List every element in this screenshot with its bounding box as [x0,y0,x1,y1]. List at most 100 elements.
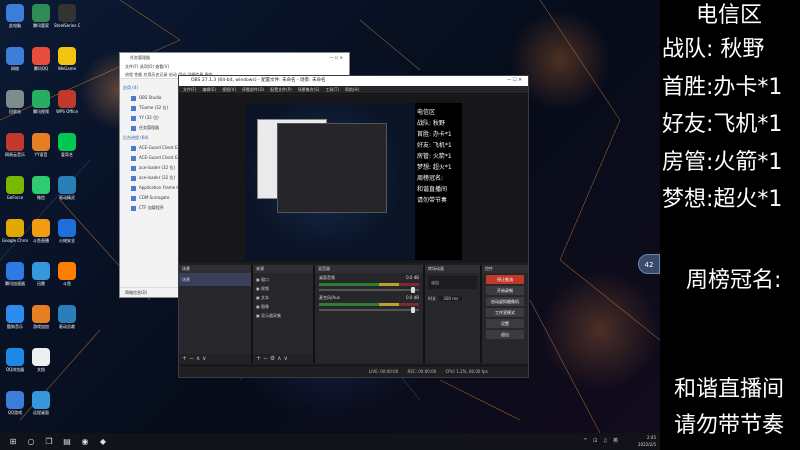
obs-titlebar[interactable]: OBS 27.1.3 (64-bit, windows) - 配置文件: 未命名… [179,76,528,86]
shortcut-label: 此电脑 [9,23,21,28]
desktop-shortcut[interactable]: 驱动总裁 [54,305,80,329]
desktop-shortcut[interactable]: Google Chrome [2,219,28,243]
obs-preview-canvas[interactable]: 电信区 战队: 秋野 首胜: 办卡*1 好友: 飞机*1 房管: 火箭*1 梦想: 超火*… [245,103,462,260]
sources-toolbar[interactable]: + − ⚙ ∧ ∨ [253,354,313,363]
desktop-shortcut[interactable]: QQ浏览器 [2,348,28,372]
obs-menu-item[interactable]: 文件(F) [183,87,196,92]
desktop-shortcut[interactable]: 远程桌面 [28,391,54,415]
window-controls[interactable]: — ☐ ✕ [330,53,343,63]
source-item[interactable]: ▣ 文本 [256,293,310,302]
obs-window[interactable]: OBS 27.1.3 (64-bit, windows) - 配置文件: 未命名… [178,75,529,378]
sources-dock[interactable]: 来源 ▣ 窗口 ▣ 视频 ▣ 文本 ▣ 图像 ▣ 显示器采集 + − ⚙ ∧ ∨ [253,265,313,363]
desktop-shortcut[interactable]: WPS Office [54,90,80,114]
obs-menu-item[interactable]: 场景集合(S) [298,87,320,92]
obs-menu-item[interactable]: 配置文件(P) [270,87,292,92]
source-item[interactable]: ▣ 视频 [256,284,310,293]
file-explorer-icon[interactable]: ▤ [60,435,74,449]
scenes-toolbar[interactable]: + − ∧ ∨ [179,354,251,363]
task-manager-titlebar[interactable]: 任务管理器 — ☐ ✕ [120,53,349,63]
task-view-icon[interactable]: ❐ [42,435,56,449]
controls-dock[interactable]: 控件 停止推流 开始录制 启动虚拟摄像机 工作室模式 设置 退出 [482,265,528,363]
desktop-shortcut[interactable]: 酷狗音乐 [2,305,28,329]
mixer-dock[interactable]: 混音器 桌面音频 0.0 dB 麦克风/Aux 0.0 dB [315,265,423,363]
control-button[interactable]: 开始录制 [486,286,524,295]
desktop-shortcut[interactable]: 文档 [28,348,54,372]
shortcut-label: 驱动精灵 [59,195,75,200]
desktop-shortcut[interactable]: 腾讯QQ [28,47,54,71]
yy-icon [32,133,50,151]
volume-slider[interactable] [319,307,419,313]
desktop-shortcut[interactable]: WeGame [54,47,80,71]
task-manager-menu[interactable]: 文件(F) 选项(O) 查看(V) [120,63,349,71]
obs-menubar[interactable]: 文件(F) 编辑(E) 视图(V) 停靠部件(D) 配置文件(P) 场景集合(S) 工具(T… [179,86,528,94]
desktop-shortcut[interactable]: 此电脑 [2,4,28,28]
desktop-shortcut[interactable]: 网易云音乐 [2,133,28,157]
control-button[interactable]: 启动虚拟摄像机 [486,297,524,306]
source-item[interactable]: ▣ 显示器采集 [256,311,310,320]
obs-menu-item[interactable]: 视图(V) [222,87,236,92]
obs-menu-item[interactable]: 帮助(H) [345,87,359,92]
desktop-shortcut[interactable]: 腾讯管家 [28,4,54,28]
volume-slider[interactable] [319,287,419,293]
scenes-header: 场景 [179,265,251,273]
obs-menu-item[interactable]: 工具(T) [325,87,339,92]
transitions-dock[interactable]: 转场动画 淡出 时长 300 ms [425,265,480,363]
wechat-icon [32,176,50,194]
desktop-shortcut[interactable]: 驱动精灵 [54,176,80,200]
control-button[interactable]: 退出 [486,330,524,339]
game-icon[interactable]: ◆ [96,435,110,449]
obs-icon[interactable]: ◉ [78,435,92,449]
start-icon[interactable]: ⊞ [6,435,20,449]
mixer-channels[interactable]: 桌面音频 0.0 dB 麦克风/Aux 0.0 dB [315,273,423,313]
mixer-channel[interactable]: 麦克风/Aux 0.0 dB [315,293,423,313]
desktop-shortcut[interactable]: YY语音 [28,133,54,157]
scenes-dock[interactable]: 场景 场景 + − ∧ ∨ [179,265,251,363]
shortcut-label: QQ游戏 [7,410,23,415]
desktop-shortcut[interactable]: 腾讯加速器 [2,262,28,286]
desktop-shortcut[interactable]: 斗鱼直播 [28,219,54,243]
control-button[interactable]: 工作室模式 [486,308,524,317]
control-button[interactable]: 设置 [486,319,524,328]
obs-menu-item[interactable]: 停靠部件(D) [242,87,264,92]
desktop-shortcut[interactable]: SteelSeries GG [54,4,80,28]
desktop-shortcut[interactable]: 网络 [2,47,28,71]
search-icon[interactable]: ○ [24,435,38,449]
source-item[interactable]: ▣ 窗口 [256,275,310,284]
task-manager-title: 任务管理器 [130,55,150,60]
transition-duration[interactable]: 时长 300 ms [425,292,480,305]
taskbar-apps[interactable]: ⊞ ○ ❐ ▤ ◉ ◆ [4,435,112,449]
source-item[interactable]: ▣ 图像 [256,302,310,311]
system-tray[interactable]: ^ ⊡ ♫ 英 [583,437,620,444]
video-icon [32,90,50,108]
desktop-shortcut[interactable]: 爱奇艺 [54,133,80,157]
obs-menu-item[interactable]: 编辑(E) [202,87,216,92]
shortcut-label: 腾讯QQ [33,66,49,71]
first-win-label: 首胜:办卡*1 [662,75,783,100]
desktop-shortcut[interactable]: 迅雷 [28,262,54,286]
sources-list[interactable]: ▣ 窗口 ▣ 视频 ▣ 文本 ▣ 图像 ▣ 显示器采集 [253,273,313,322]
desktop-shortcut[interactable]: 火绒安全 [54,219,80,243]
clock-time: 2:45 [647,435,656,440]
desktop-shortcut[interactable]: 游戏加加 [28,305,54,329]
scene-item[interactable]: 场景 [179,273,251,286]
desktop-shortcut[interactable]: 斗鱼 [54,262,80,286]
shortcut-label: 驱动总裁 [59,324,75,329]
desktop-shortcut[interactable]: 腾讯视频 [28,90,54,114]
control-button[interactable]: 停止推流 [486,275,524,284]
taskbar-clock[interactable]: 2:45 2022/2/5 [638,434,656,448]
duration-value[interactable]: 300 ms [439,296,463,301]
desktop-shortcut[interactable]: QQ游戏 [2,391,28,415]
desktop-shortcut[interactable]: 微信 [28,176,54,200]
transition-type[interactable]: 淡出 [428,276,477,289]
obs-window-controls[interactable]: — ☐ ✕ [507,76,522,86]
desktop-shortcut[interactable]: 回收站 [2,90,28,114]
live-status: LIVE: 00:00:00 [369,369,399,374]
controls-buttons[interactable]: 停止推流开始录制启动虚拟摄像机 工作室模式设置退出 [482,275,528,339]
mixer-channel[interactable]: 桌面音频 0.0 dB [315,273,423,293]
process-name: ACE-Guard Client EXE [139,155,183,160]
region-label: 电信区 [696,3,763,28]
channel-name: 桌面音频 [319,275,335,280]
desktop-shortcut[interactable]: GeForce [2,176,28,200]
process-name: ACE-Guard Client EXE [139,145,183,150]
side-widget-badge[interactable]: 42 [638,254,660,274]
